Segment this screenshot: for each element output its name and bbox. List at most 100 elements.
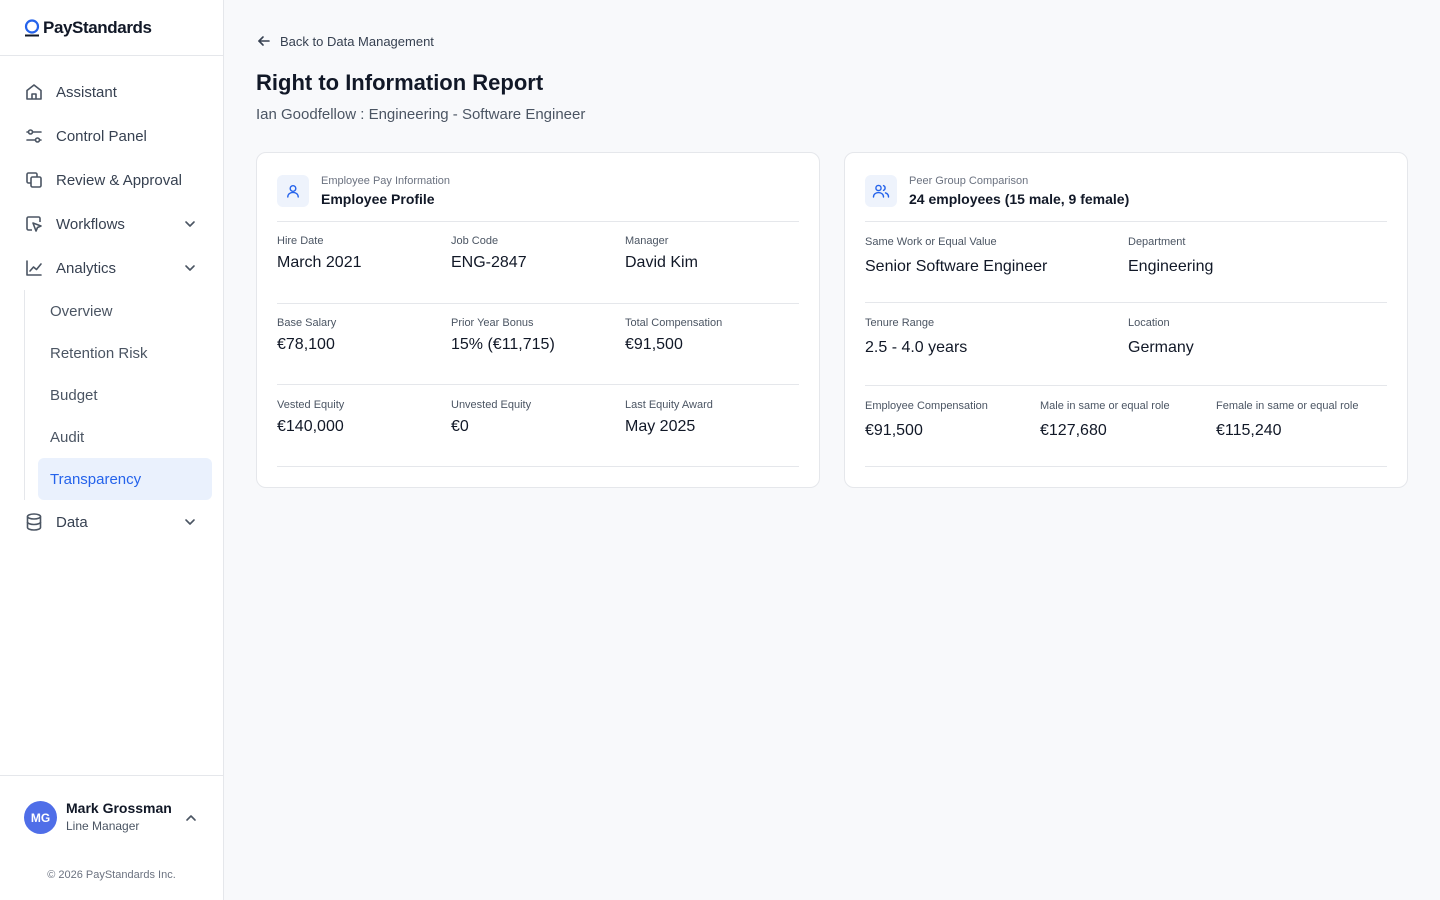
field-label: Last Equity Award (625, 399, 713, 411)
card-eyebrow: Employee Pay Information (321, 175, 451, 187)
field-value: €78,100 (277, 336, 335, 353)
back-link[interactable]: Back to Data Management (256, 33, 434, 49)
sidebar-item-label: Analytics (56, 259, 117, 277)
field-same-work: Same Work or Equal Value Senior Software… (865, 235, 1047, 276)
info-row: Hire Date March 2021 Job Code ENG-2847 M… (277, 235, 799, 304)
field-label: Same Work or Equal Value (865, 236, 997, 248)
sidebar-item-review-approval[interactable]: Review & Approval (0, 158, 223, 202)
field-label: Female in same or equal role (1216, 400, 1359, 412)
sidebar-item-label: Review & Approval (56, 171, 182, 189)
field-total-compensation: Total Compensation €91,500 (625, 317, 722, 354)
card-heading: Employee Profile (321, 191, 435, 207)
field-label: Employee Compensation (865, 400, 988, 412)
field-label: Base Salary (277, 317, 337, 329)
sidebar-item-workflows[interactable]: Workflows (0, 202, 223, 246)
field-employee-compensation: Employee Compensation €91,500 (865, 399, 988, 440)
sidebar-item-label: Assistant (56, 83, 117, 101)
field-vested-equity: Vested Equity €140,000 (277, 399, 344, 436)
info-row: Base Salary €78,100 Prior Year Bonus 15%… (277, 317, 799, 385)
sidebar-item-label: Data (56, 513, 88, 531)
field-location: Location Germany (1128, 316, 1194, 357)
back-link-label: Back to Data Management (280, 33, 434, 49)
sliders-icon (24, 126, 44, 146)
sidebar-subitem-budget[interactable]: Budget (38, 374, 212, 416)
cursor-click-icon (24, 214, 44, 234)
field-value: €0 (451, 418, 469, 435)
field-value: March 2021 (277, 254, 362, 271)
field-value: €91,500 (865, 422, 923, 439)
sidebar-item-analytics[interactable]: Analytics (0, 246, 223, 290)
field-label: Total Compensation (625, 317, 723, 329)
user-name: Mark Grossman (66, 800, 172, 816)
field-value: Engineering (1128, 258, 1214, 275)
field-label: Job Code (451, 235, 499, 247)
sidebar-subitem-audit[interactable]: Audit (38, 416, 212, 458)
copyright: © 2026 PayStandards Inc. (47, 869, 176, 881)
field-label: Manager (625, 235, 669, 247)
field-label: Tenure Range (865, 317, 935, 329)
sidebar-item-label: Control Panel (56, 127, 147, 145)
sidebar-item-control-panel[interactable]: Control Panel (0, 114, 223, 158)
field-unvested-equity: Unvested Equity €0 (451, 399, 531, 436)
field-value: 2.5 - 4.0 years (865, 339, 968, 356)
chevron-down-icon[interactable] (183, 515, 197, 529)
analytics-subnav: Overview Retention Risk Budget Audit Tra… (24, 290, 212, 500)
field-label: Prior Year Bonus (451, 317, 534, 329)
sidebar-item-assistant[interactable]: Assistant (0, 70, 223, 114)
paystandards-logo-icon (24, 18, 40, 36)
info-row: Employee Compensation €91,500 Male in sa… (865, 399, 1387, 467)
brand-name: PayStandards (43, 17, 152, 37)
field-value: €115,240 (1216, 422, 1282, 439)
field-prior-year-bonus: Prior Year Bonus 15% (€11,715) (451, 317, 555, 354)
home-icon (24, 82, 44, 102)
sidebar-subitem-overview[interactable]: Overview (38, 290, 212, 332)
copy-icon (24, 170, 44, 190)
page-title: Right to Information Report (256, 70, 544, 95)
field-value: €140,000 (277, 418, 344, 435)
field-value: Senior Software Engineer (865, 258, 1048, 275)
info-row: Vested Equity €140,000 Unvested Equity €… (277, 399, 799, 467)
sidebar-item-data[interactable]: Data (0, 500, 223, 544)
sidebar-subitem-retention-risk[interactable]: Retention Risk (38, 332, 212, 374)
info-row: Same Work or Equal Value Senior Software… (865, 235, 1387, 303)
sidebar: PayStandards Assistant Control Panel Rev… (0, 0, 224, 900)
brand-logo[interactable]: PayStandards (0, 0, 223, 56)
field-manager: Manager David Kim (625, 235, 698, 272)
field-value: Germany (1128, 339, 1194, 356)
field-tenure-range: Tenure Range 2.5 - 4.0 years (865, 316, 967, 357)
field-label: Male in same or equal role (1040, 400, 1170, 412)
field-value: 15% (€11,715) (451, 336, 555, 353)
employee-profile-card: Employee Pay Information Employee Profil… (256, 152, 820, 488)
user-role: Line Manager (66, 819, 140, 833)
database-icon (24, 512, 44, 532)
field-value: May 2025 (625, 418, 696, 435)
field-base-salary: Base Salary €78,100 (277, 317, 336, 354)
peer-group-card: Peer Group Comparison 24 employees (15 m… (844, 152, 1408, 488)
users-icon (865, 175, 897, 207)
field-female-comparison: Female in same or equal role €115,240 (1216, 399, 1358, 440)
chevron-down-icon[interactable] (183, 261, 197, 275)
chevron-up-icon[interactable] (184, 811, 198, 825)
card-header: Employee Pay Information Employee Profil… (277, 173, 799, 222)
user-panel: MG Mark Grossman Line Manager © 2026 Pay… (0, 775, 223, 900)
arrow-left-icon (258, 36, 270, 46)
field-department: Department Engineering (1128, 235, 1213, 276)
field-value: David Kim (625, 254, 698, 271)
info-row: Tenure Range 2.5 - 4.0 years Location Ge… (865, 316, 1387, 386)
sidebar-subitem-transparency[interactable]: Transparency (38, 458, 212, 500)
field-label: Hire Date (277, 235, 324, 247)
user-icon (277, 175, 309, 207)
field-label: Location (1128, 317, 1170, 329)
avatar[interactable]: MG (24, 801, 57, 834)
chevron-down-icon[interactable] (183, 217, 197, 231)
page-subtitle: Ian Goodfellow : Engineering - Software … (256, 106, 586, 123)
field-last-equity-award: Last Equity Award May 2025 (625, 399, 713, 436)
field-label: Department (1128, 236, 1186, 248)
field-value: ENG-2847 (451, 254, 527, 271)
field-hire-date: Hire Date March 2021 (277, 235, 362, 272)
field-job-code: Job Code ENG-2847 (451, 235, 527, 272)
card-header: Peer Group Comparison 24 employees (15 m… (865, 173, 1387, 222)
main-content: Back to Data Management Right to Informa… (224, 0, 1440, 900)
field-label: Vested Equity (277, 399, 345, 411)
field-value: €91,500 (625, 336, 683, 353)
